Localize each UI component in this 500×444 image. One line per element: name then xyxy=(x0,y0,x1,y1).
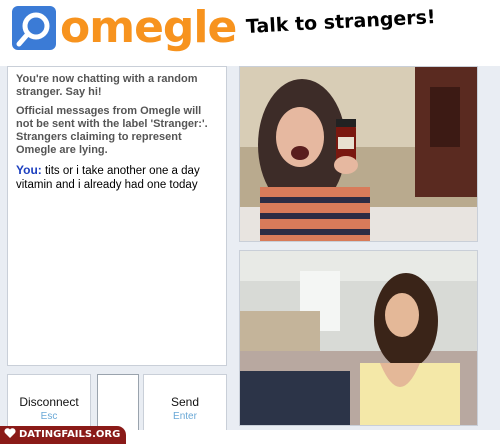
tagline: Talk to strangers! xyxy=(245,6,437,38)
send-hint: Enter xyxy=(173,411,197,422)
system-message: Official messages from Omegle will not b… xyxy=(16,105,208,156)
disconnect-hint: Esc xyxy=(40,411,58,422)
message-speaker: You: xyxy=(16,163,42,177)
stranger-video xyxy=(239,66,478,242)
system-message: You're now chatting with a random strang… xyxy=(16,73,198,98)
disconnect-label: Disconnect xyxy=(19,395,79,409)
watermark: DATINGFAILS.ORG xyxy=(0,426,127,444)
send-label: Send xyxy=(170,395,200,409)
heart-icon xyxy=(4,428,16,438)
stranger-video-frame xyxy=(240,67,477,241)
chat-log: You're now chatting with a random strang… xyxy=(7,66,227,366)
self-video xyxy=(239,250,478,426)
watermark-text: DATINGFAILS.ORG xyxy=(19,429,121,440)
message-text: tits or i take another one a day vitamin… xyxy=(16,165,200,191)
chat-message: You: tits or i take another one a day vi… xyxy=(16,163,218,192)
omegle-logo-icon xyxy=(12,6,56,50)
header: omegle Talk to strangers! xyxy=(0,0,500,66)
self-video-frame xyxy=(240,251,477,425)
chat-area: You're now chatting with a random strang… xyxy=(0,66,500,440)
logo-text: omegle xyxy=(60,2,237,53)
